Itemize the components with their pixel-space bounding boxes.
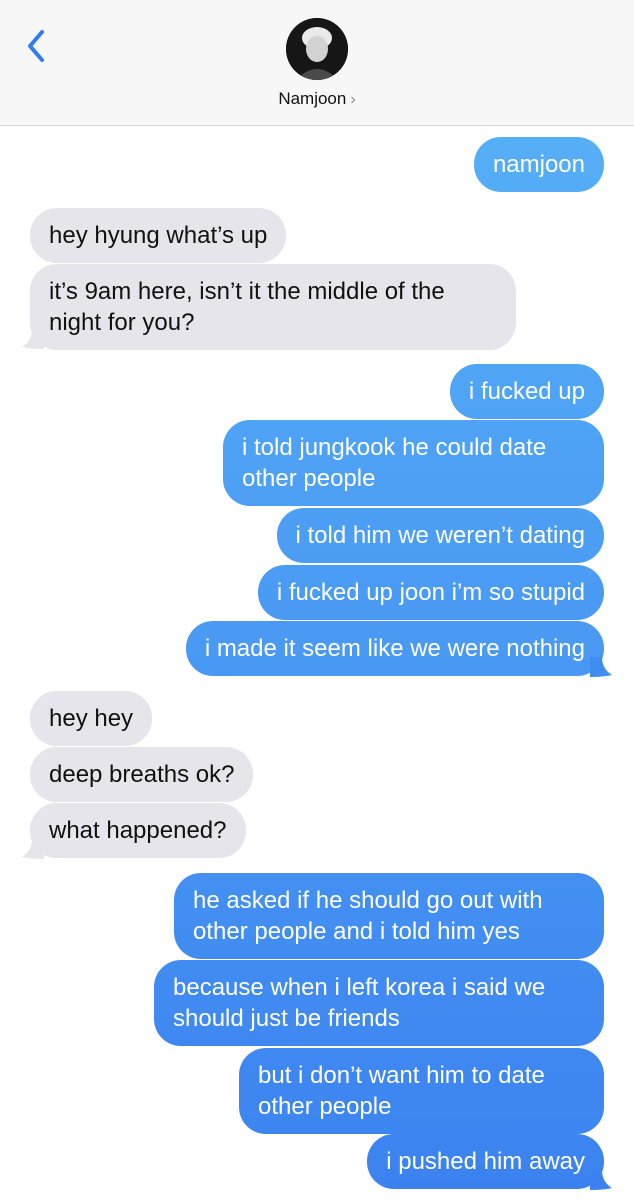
incoming-message[interactable]: hey hey	[30, 691, 153, 746]
incoming-message[interactable]: what happened?	[30, 803, 246, 858]
outgoing-message[interactable]: but i don’t want him to date other peopl…	[239, 1048, 604, 1134]
outgoing-message[interactable]: because when i left korea i said we shou…	[154, 960, 604, 1046]
bubble-tail	[590, 1170, 612, 1190]
back-button[interactable]	[22, 26, 52, 66]
incoming-message[interactable]: deep breaths ok?	[30, 747, 254, 802]
avatar-photo	[286, 18, 348, 80]
outgoing-message[interactable]: i pushed him away	[367, 1134, 604, 1189]
incoming-message[interactable]: hey hyung what’s up	[30, 208, 287, 263]
conversation-header: Namjoon ›	[0, 0, 634, 126]
outgoing-message[interactable]: i told jungkook he could date other peop…	[223, 420, 604, 506]
outgoing-message[interactable]: i fucked up	[449, 364, 604, 419]
bubble-tail	[22, 329, 44, 349]
contact-name-button[interactable]: Namjoon ›	[0, 89, 634, 109]
message-thread[interactable]: namjoon hey hyung what’s up it’s 9am her…	[0, 126, 634, 1200]
outgoing-message[interactable]: i fucked up joon i’m so stupid	[257, 565, 604, 620]
chevron-left-icon	[28, 30, 44, 62]
bubble-tail	[22, 839, 44, 859]
outgoing-message[interactable]: namjoon	[473, 137, 604, 192]
contact-name: Namjoon	[278, 89, 347, 108]
outgoing-message[interactable]: i told him we weren’t dating	[276, 508, 604, 563]
chevron-right-icon: ›	[350, 91, 356, 108]
incoming-message[interactable]: it’s 9am here, isn’t it the middle of th…	[30, 264, 516, 350]
bubble-tail	[590, 657, 612, 677]
outgoing-message[interactable]: he asked if he should go out with other …	[174, 873, 604, 959]
outgoing-message[interactable]: i made it seem like we were nothing	[185, 621, 604, 676]
contact-avatar[interactable]	[286, 18, 348, 80]
